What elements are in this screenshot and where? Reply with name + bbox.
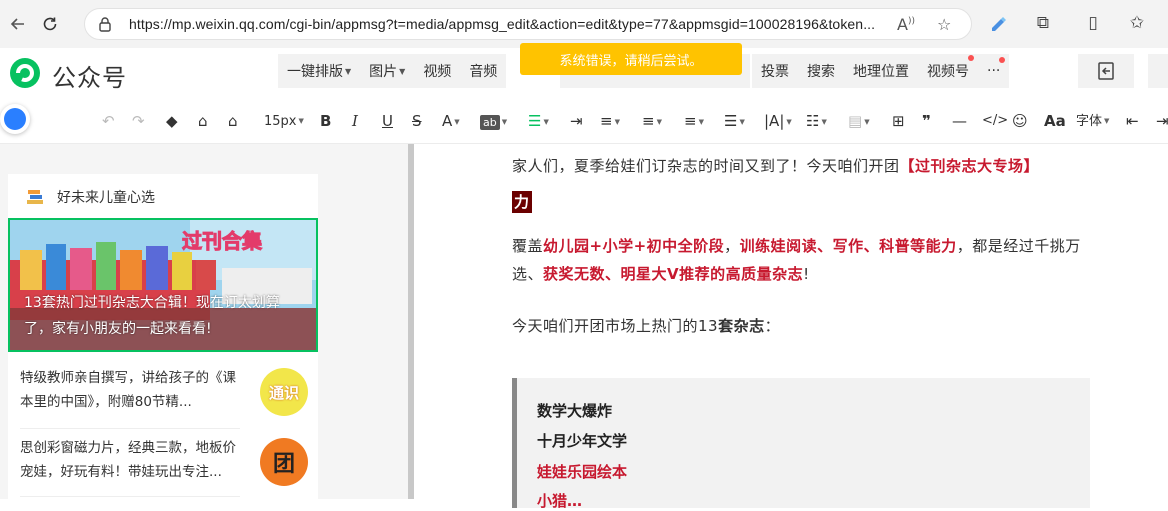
paragraph-intro-cont[interactable]: 力 xyxy=(512,188,1092,216)
more-tools-icon[interactable]: ⇥ xyxy=(1156,110,1168,132)
strikethrough-icon[interactable]: S xyxy=(412,110,422,132)
browser-chrome: https://mp.weixin.qq.com/cgi-bin/appmsg?… xyxy=(0,0,1168,48)
magazine-item: 小猎… xyxy=(537,492,583,510)
url-text[interactable]: https://mp.weixin.qq.com/cgi-bin/appmsg?… xyxy=(129,16,889,32)
editor-body[interactable]: 家人们，夏季给娃们订杂志的时间又到了！今天咱们开团【过刊杂志大专场】 力 覆盖幼… xyxy=(512,152,1092,340)
text-style-icon[interactable]: Aa xyxy=(1044,110,1066,132)
favorites-icon[interactable]: ✩ xyxy=(1126,13,1148,35)
paragraph-spacing-icon[interactable]: ≡ ▼ xyxy=(600,110,620,132)
article-list-item[interactable]: 特级教师亲自撰写，讲给孩子的《课本里的中国》，附赠80节精... 通识 xyxy=(20,362,308,426)
bold-icon[interactable]: B xyxy=(320,110,331,132)
read-aloud-icon[interactable]: A)) xyxy=(897,15,915,34)
list-icon[interactable]: ☷ ▼ xyxy=(806,110,827,132)
address-bar[interactable]: https://mp.weixin.qq.com/cgi-bin/appmsg?… xyxy=(84,8,972,40)
item-divider xyxy=(20,428,240,429)
font-color-icon[interactable]: A ▼ xyxy=(442,110,460,132)
clear-style-icon[interactable]: ⌂ xyxy=(228,110,238,132)
item-divider xyxy=(20,496,240,497)
background-color-icon[interactable]: ab ▼ xyxy=(480,110,507,132)
insert-menu-right: 投票 搜索 地理位置 视频号 ··· xyxy=(752,54,1010,88)
outdent-icon[interactable]: ⇤ xyxy=(1126,110,1139,132)
lock-icon[interactable] xyxy=(97,16,113,32)
highlight-text: 【过刊杂志大专场】 xyxy=(899,157,1040,175)
line-spacing-bottom-icon[interactable]: ≡ ▼ xyxy=(684,110,704,132)
pen-extension-icon[interactable] xyxy=(988,13,1010,35)
article-title: 特级教师亲自撰写，讲给孩子的《课本里的中国》，附赠80节精... xyxy=(20,370,236,410)
menu-search[interactable]: 搜索 xyxy=(798,61,844,81)
menu-image[interactable]: 图片 ▼ xyxy=(360,61,414,81)
insert-menu-left: 一键排版 ▼ 图片 ▼ 视频 音频 xyxy=(278,54,507,88)
format-painter-icon[interactable]: ◆ xyxy=(166,110,178,132)
magazine-list-quote[interactable]: 数学大爆炸 十月少年文学 娃娃乐园绘本 小猎… xyxy=(512,378,1090,510)
menu-more[interactable]: ··· xyxy=(978,57,1009,79)
paragraph-intro[interactable]: 家人们，夏季给娃们订杂志的时间又到了！今天咱们开团【过刊杂志大专场】 xyxy=(512,152,1092,180)
menu-channels[interactable]: 视频号 xyxy=(918,55,978,81)
side-panel-button[interactable] xyxy=(1148,54,1168,88)
emoji-icon[interactable]: ☺ xyxy=(1012,110,1028,132)
collapse-panel-button[interactable] xyxy=(1078,54,1134,88)
cover-article[interactable]: 过刊合集 13套热门过刊杂志大合辑！现在订太划算了，家有小朋友的一起来看看! xyxy=(8,218,318,352)
line-spacing-top-icon[interactable]: ≡ ▼ xyxy=(642,110,662,132)
menu-video[interactable]: 视频 xyxy=(414,61,460,81)
refresh-icon[interactable] xyxy=(38,12,62,36)
float-image-icon[interactable]: ▤ ▼ xyxy=(848,110,870,132)
italic-icon[interactable]: I xyxy=(352,110,358,132)
menu-vote[interactable]: 投票 xyxy=(752,61,798,81)
indent-icon[interactable]: ⇥ xyxy=(570,110,583,132)
highlight-box: 力 xyxy=(512,191,532,213)
extensions-icon[interactable]: ⧉ xyxy=(1032,13,1054,35)
clear-format-icon[interactable]: ⌂ xyxy=(198,110,208,132)
editor-toolbar: ↶ ↷ ◆ ⌂ ⌂ 15px ▼ B I U S A ▼ ab ▼ ☰ ▼ ⇥ ≡ ▼ ≡… xyxy=(0,98,1168,144)
divider-icon[interactable]: — xyxy=(952,110,967,132)
align-icon[interactable]: ☰ ▼ xyxy=(528,110,549,132)
magazine-item: 娃娃乐园绘本 xyxy=(537,463,628,481)
table-icon[interactable]: ⊞ xyxy=(892,110,905,132)
line-height-icon[interactable]: ☰ ▼ xyxy=(724,110,745,132)
account-avatar-icon xyxy=(27,190,43,204)
account-name: 好未来儿童心选 xyxy=(57,190,155,206)
cover-banner-text: 过刊合集 xyxy=(182,229,263,253)
article-title: 思创彩窗磁力片，经典三款，地板价宠娃，好玩有料！带娃玩出专注... xyxy=(20,440,236,480)
menu-audio[interactable]: 音频 xyxy=(460,61,506,81)
split-screen-icon[interactable]: ▯ xyxy=(1082,13,1104,35)
brand-title: 公众号 xyxy=(52,64,127,92)
article-list-item[interactable]: 思创彩窗磁力片，经典三款，地板价宠娃，好玩有料！带娃玩出专注... 团 xyxy=(20,432,308,496)
menu-location[interactable]: 地理位置 xyxy=(844,61,918,81)
font-family-select[interactable]: 字体 ▼ xyxy=(1076,110,1109,132)
magazine-item: 数学大爆炸 xyxy=(537,402,613,420)
notification-dot xyxy=(968,55,974,61)
undo-icon[interactable]: ↶ xyxy=(102,110,115,132)
article-thumbnail: 通识 xyxy=(260,368,308,416)
redo-icon[interactable]: ↷ xyxy=(132,110,145,132)
account-header: 好未来儿童心选 xyxy=(26,187,155,207)
notification-dot xyxy=(999,57,1006,63)
assistant-badge-icon[interactable] xyxy=(0,104,30,134)
paragraph-coverage[interactable]: 覆盖幼儿园+小学+初中全阶段，训练娃阅读、写作、科普等能力，都是经过千挑万选、获… xyxy=(512,232,1092,288)
error-toast: 系统错误，请稍后尝试。 xyxy=(520,43,742,75)
quote-icon[interactable]: ❞ xyxy=(922,110,931,132)
article-list-panel: 好未来儿童心选 过刊合集 13套热门过刊杂志大合辑！现在订太划算了，家有小朋友的… xyxy=(8,174,318,499)
cover-article-title: 13套热门过刊杂志大合辑！现在订太划算了，家有小朋友的一起来看看! xyxy=(24,295,280,337)
menu-one-click-layout[interactable]: 一键排版 ▼ xyxy=(278,61,360,81)
letter-spacing-icon[interactable]: |A| ▼ xyxy=(764,110,792,132)
font-size-select[interactable]: 15px ▼ xyxy=(264,110,304,132)
paragraph-list-intro[interactable]: 今天咱们开团市场上热门的13套杂志： xyxy=(512,312,1092,340)
panel-scrollbar[interactable] xyxy=(408,144,414,499)
underline-icon[interactable]: U xyxy=(382,110,393,132)
wechat-logo-icon xyxy=(10,58,40,88)
article-thumbnail: 团 xyxy=(260,438,308,486)
back-icon[interactable] xyxy=(6,12,30,36)
code-icon[interactable]: </> xyxy=(982,110,1008,132)
favorite-star-icon[interactable]: ☆ xyxy=(937,15,951,34)
magazine-item: 十月少年文学 xyxy=(537,432,628,450)
